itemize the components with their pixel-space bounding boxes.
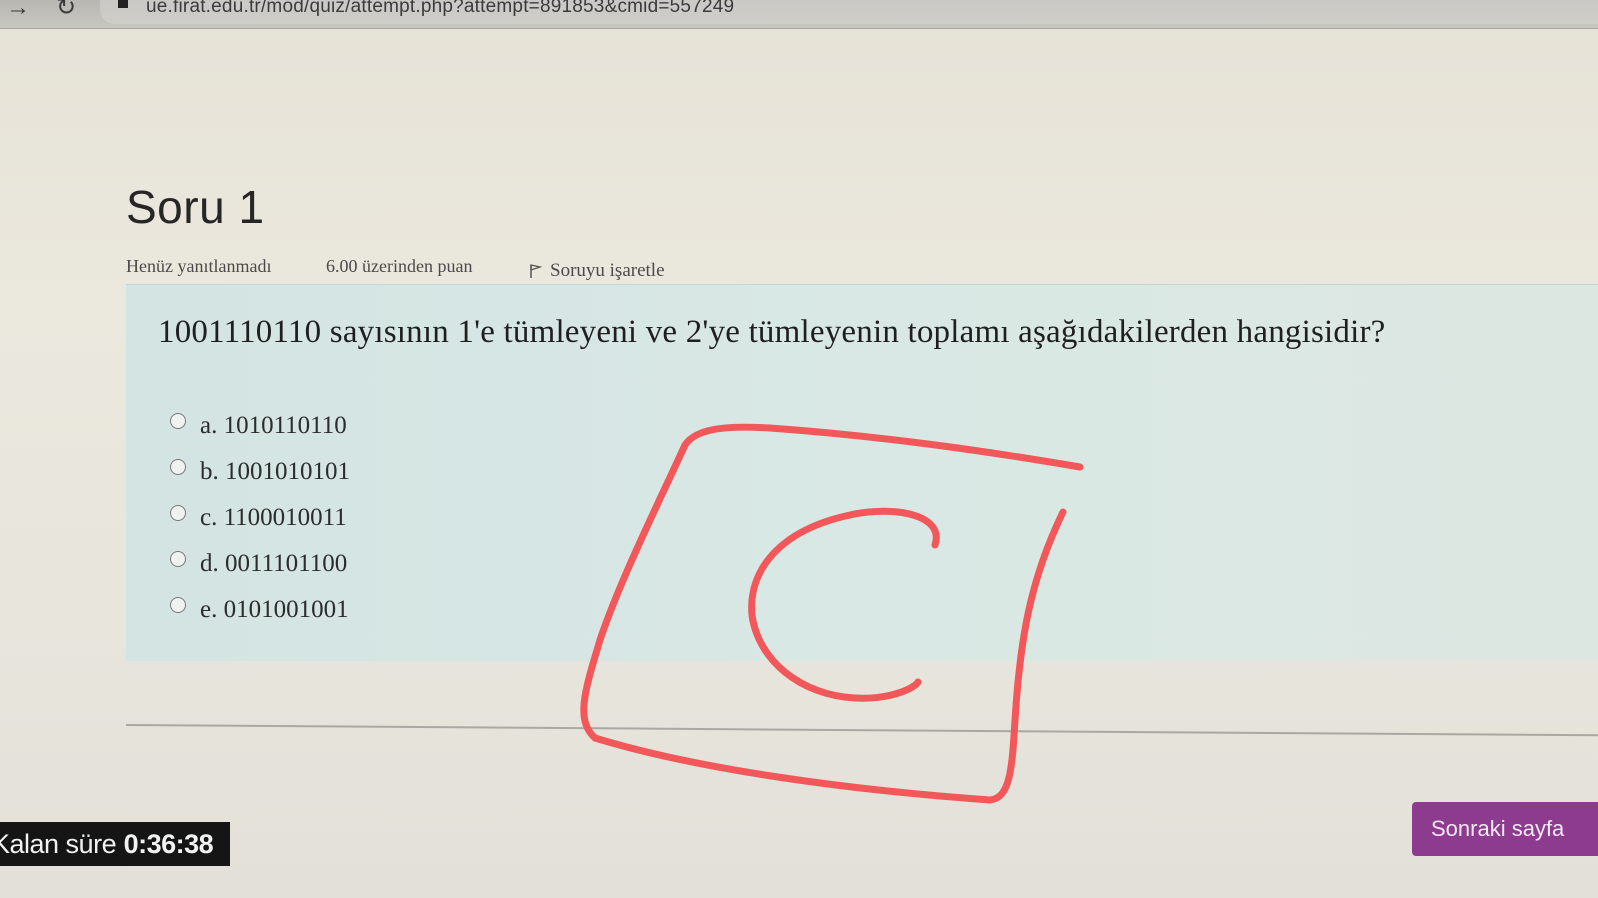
url-text[interactable]: ue.firat.edu.tr/mod/quiz/attempt.php?att…: [146, 0, 734, 18]
timer-value: 0:36:38: [123, 829, 214, 859]
browser-toolbar: → ↻ ue.firat.edu.tr/mod/quiz/attempt.php…: [0, 0, 1598, 29]
answer-option-label: a. 1010110110: [200, 412, 347, 439]
question-title: Soru 1: [126, 181, 265, 233]
radio-button-e[interactable]: [170, 597, 186, 613]
answer-option-label: b. 1001010101: [200, 458, 350, 485]
answer-option-label: c. 1100010011: [200, 504, 347, 531]
forward-arrow-icon[interactable]: →: [6, 0, 30, 22]
radio-button-a[interactable]: [170, 413, 186, 429]
next-page-button[interactable]: Sonraki sayfa: [1412, 802, 1598, 856]
timer-label: Kalan süre: [0, 829, 117, 859]
flag-question-link[interactable]: Soruyu işaretle: [528, 260, 665, 282]
lock-icon: [118, 0, 128, 8]
answer-option-label: e. 0101001001: [200, 596, 349, 623]
flag-question-label: Soruyu işaretle: [550, 260, 665, 281]
reload-icon[interactable]: ↻: [56, 0, 76, 22]
answer-option-d[interactable]: d. 0011101100: [170, 550, 347, 578]
question-text: 1001110110 sayısının 1'e tümleyeni ve 2'…: [158, 314, 1386, 350]
time-remaining-badge: Kalan süre 0:36:38: [0, 822, 230, 866]
radio-button-d[interactable]: [170, 551, 186, 567]
answer-option-b[interactable]: b. 1001010101: [170, 458, 350, 486]
answer-option-a[interactable]: a. 1010110110: [170, 412, 347, 440]
radio-button-c[interactable]: [170, 505, 186, 521]
answer-option-c[interactable]: c. 1100010011: [170, 504, 347, 532]
radio-button-b[interactable]: [170, 459, 186, 475]
answer-option-e[interactable]: e. 0101001001: [170, 596, 349, 624]
answer-option-label: d. 0011101100: [200, 550, 348, 577]
flag-icon: [530, 264, 542, 278]
question-status: Henüz yanıtlanmadı: [126, 256, 272, 276]
section-divider: [125, 724, 1598, 737]
question-points: 6.00 üzerinden puan: [326, 256, 473, 276]
